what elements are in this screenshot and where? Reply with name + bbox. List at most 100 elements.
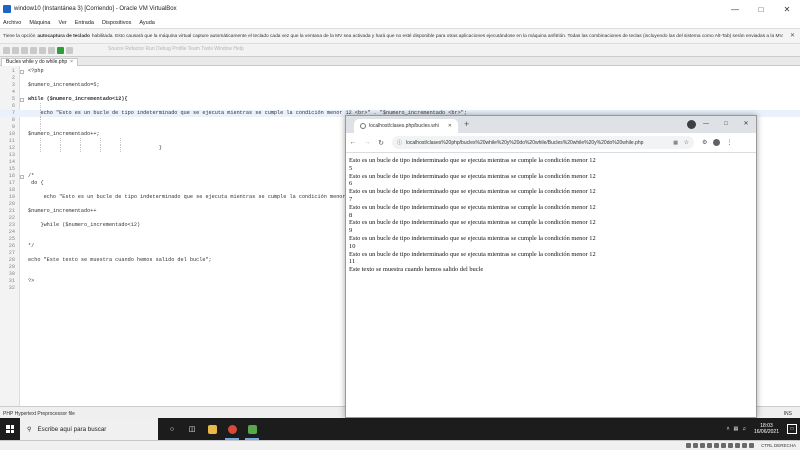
- output-line: Esto es un bucle de tipo indeterminado q…: [349, 188, 596, 196]
- vbox-menubar: Archivo Máquina Ver Entrada Dispositivos…: [0, 18, 800, 28]
- file-explorer-icon[interactable]: [202, 418, 222, 440]
- host-key-label: CTRL DERECHA: [761, 443, 796, 448]
- output-line: Esto es un bucle de tipo indeterminado q…: [349, 203, 596, 211]
- extensions-icon[interactable]: ⚙: [702, 139, 707, 146]
- display-icon[interactable]: [728, 443, 733, 448]
- keyboard-capture-notice: Tiene la opción autocaptura de teclado h…: [0, 28, 800, 44]
- output-line: Esto es un bucle de tipo indeterminado q…: [349, 234, 596, 242]
- record-icon[interactable]: [687, 120, 696, 129]
- virtualbox-icon: [3, 5, 11, 13]
- usb-icon[interactable]: [714, 443, 719, 448]
- taskbar: ⚲ Escribe aquí para buscar ○ ◫ ˄ ▤ ♫ 18:…: [0, 418, 800, 440]
- tab-bucles-php[interactable]: Bucles while y do while.php ×: [1, 58, 79, 66]
- window-controls: — □ ✕: [722, 0, 800, 18]
- notice-close-icon[interactable]: ✕: [789, 33, 796, 40]
- vbox-statusbar: CTRL DERECHA: [0, 440, 800, 450]
- reload-icon[interactable]: ↻: [374, 139, 388, 147]
- chrome-close-button[interactable]: ✕: [736, 116, 756, 131]
- output-line: 9: [349, 227, 353, 235]
- volume-icon[interactable]: ♫: [742, 426, 746, 432]
- window-title: window10 (Instantánea 3) [Corriendo] - O…: [14, 6, 177, 12]
- vbox-titlebar: window10 (Instantánea 3) [Corriendo] - O…: [0, 0, 800, 18]
- fold-icon[interactable]: [20, 98, 24, 102]
- code-line: 3 $numero_incrementado=5;: [11, 82, 100, 88]
- system-tray: ˄ ▤ ♫ 18:03 16/06/2021 □: [727, 418, 797, 440]
- cortana-icon[interactable]: ○: [162, 418, 182, 440]
- capture-icon[interactable]: [735, 443, 740, 448]
- new-file-icon[interactable]: [3, 46, 10, 54]
- output-line: 7: [349, 195, 353, 203]
- menu-maquina[interactable]: Máquina: [29, 20, 50, 26]
- info-icon[interactable]: ⓘ: [397, 139, 402, 146]
- menu-archivo[interactable]: Archivo: [3, 20, 21, 26]
- output-line: Esto es un bucle de tipo indeterminado q…: [349, 219, 596, 227]
- chrome-icon[interactable]: [222, 418, 242, 440]
- chrome-window-controls: — □ ✕: [696, 116, 756, 131]
- debug-icon[interactable]: [66, 46, 73, 54]
- profile-avatar[interactable]: [713, 139, 721, 146]
- menu-ver[interactable]: Ver: [58, 20, 66, 26]
- save-all-icon[interactable]: [30, 46, 37, 54]
- translate-icon[interactable]: ▦: [673, 140, 678, 146]
- tab-label: Bucles while y do while.php: [6, 59, 68, 65]
- address-bar[interactable]: ⓘ localhost/clases%20php/bucles%20while%…: [392, 136, 694, 149]
- chrome-maximize-button[interactable]: □: [716, 116, 736, 131]
- editor-tabs: Bucles while y do while.php ×: [0, 57, 800, 66]
- start-button[interactable]: [0, 418, 20, 440]
- audio-icon[interactable]: [700, 443, 705, 448]
- output-line: Esto es un bucle de tipo indeterminado q…: [349, 250, 596, 258]
- chrome-minimize-button[interactable]: —: [696, 116, 716, 131]
- menu-kebab-icon[interactable]: ⋮: [726, 139, 732, 146]
- chrome-tabstrip: localhost/clases.php/bucles.whi ✕ + — □ …: [346, 116, 756, 133]
- open-icon[interactable]: [21, 46, 28, 54]
- notice-bold: autocaptura de teclado: [37, 33, 90, 39]
- star-icon[interactable]: ☆: [684, 139, 689, 146]
- menu-dispositivos[interactable]: Dispositivos: [102, 20, 131, 26]
- redo-icon[interactable]: [48, 46, 55, 54]
- tab-close-icon[interactable]: ✕: [448, 123, 452, 129]
- network-adapter-icon[interactable]: [707, 443, 712, 448]
- search-placeholder: Escribe aquí para buscar: [37, 425, 107, 433]
- forward-arrow-icon[interactable]: →: [360, 139, 374, 146]
- clock[interactable]: 18:03 16/06/2021: [754, 423, 779, 435]
- shared-folder-icon[interactable]: [721, 443, 726, 448]
- code-line: 6: [0, 103, 800, 110]
- optical-icon[interactable]: [693, 443, 698, 448]
- code-line: 2: [11, 75, 15, 81]
- run-icon[interactable]: [57, 46, 64, 54]
- netbeans-icon[interactable]: [242, 418, 262, 440]
- fold-icon[interactable]: [20, 175, 24, 179]
- chrome-nav-right: ⚙ ⋮: [702, 139, 732, 146]
- menu-ayuda[interactable]: Ayuda: [139, 20, 155, 26]
- browser-tab[interactable]: localhost/clases.php/bucles.whi ✕: [354, 119, 458, 133]
- back-arrow-icon[interactable]: ←: [346, 139, 360, 146]
- minimize-button[interactable]: —: [722, 0, 748, 18]
- maximize-button[interactable]: □: [748, 0, 774, 18]
- close-button[interactable]: ✕: [774, 0, 800, 18]
- output-line: 6: [349, 180, 353, 188]
- chevron-up-icon[interactable]: ˄: [727, 426, 730, 432]
- hdd-icon[interactable]: [686, 443, 691, 448]
- notifications-icon[interactable]: □: [787, 424, 797, 434]
- output-line: 5: [349, 164, 353, 172]
- task-view-icon[interactable]: ◫: [182, 418, 202, 440]
- taskbar-search[interactable]: ⚲ Escribe aquí para buscar: [20, 418, 158, 440]
- mouse-icon[interactable]: [749, 443, 754, 448]
- network-icon[interactable]: ▤: [733, 426, 738, 432]
- tab-close-icon[interactable]: ×: [70, 59, 73, 66]
- keyboard-icon[interactable]: [742, 443, 747, 448]
- output-line: 8: [349, 211, 353, 219]
- new-tab-icon[interactable]: +: [464, 119, 469, 129]
- globe-icon: [360, 123, 366, 129]
- menu-entrada[interactable]: Entrada: [75, 20, 94, 26]
- output-line: 11: [349, 258, 356, 266]
- guest-screen: Source Refactor Run Debug Profile Team T…: [0, 44, 800, 440]
- device-icons: [686, 443, 754, 448]
- search-icon: ⚲: [27, 425, 32, 433]
- file-type-label: PHP Hypertext Preprocessor file: [3, 411, 75, 417]
- new-project-icon[interactable]: [12, 46, 19, 54]
- ide-menu-faded: Source Refactor Run Debug Profile Team T…: [108, 46, 244, 52]
- fold-icon[interactable]: [20, 70, 24, 74]
- browser-tab-title: localhost/clases.php/bucles.whi: [369, 123, 439, 129]
- undo-icon[interactable]: [39, 46, 46, 54]
